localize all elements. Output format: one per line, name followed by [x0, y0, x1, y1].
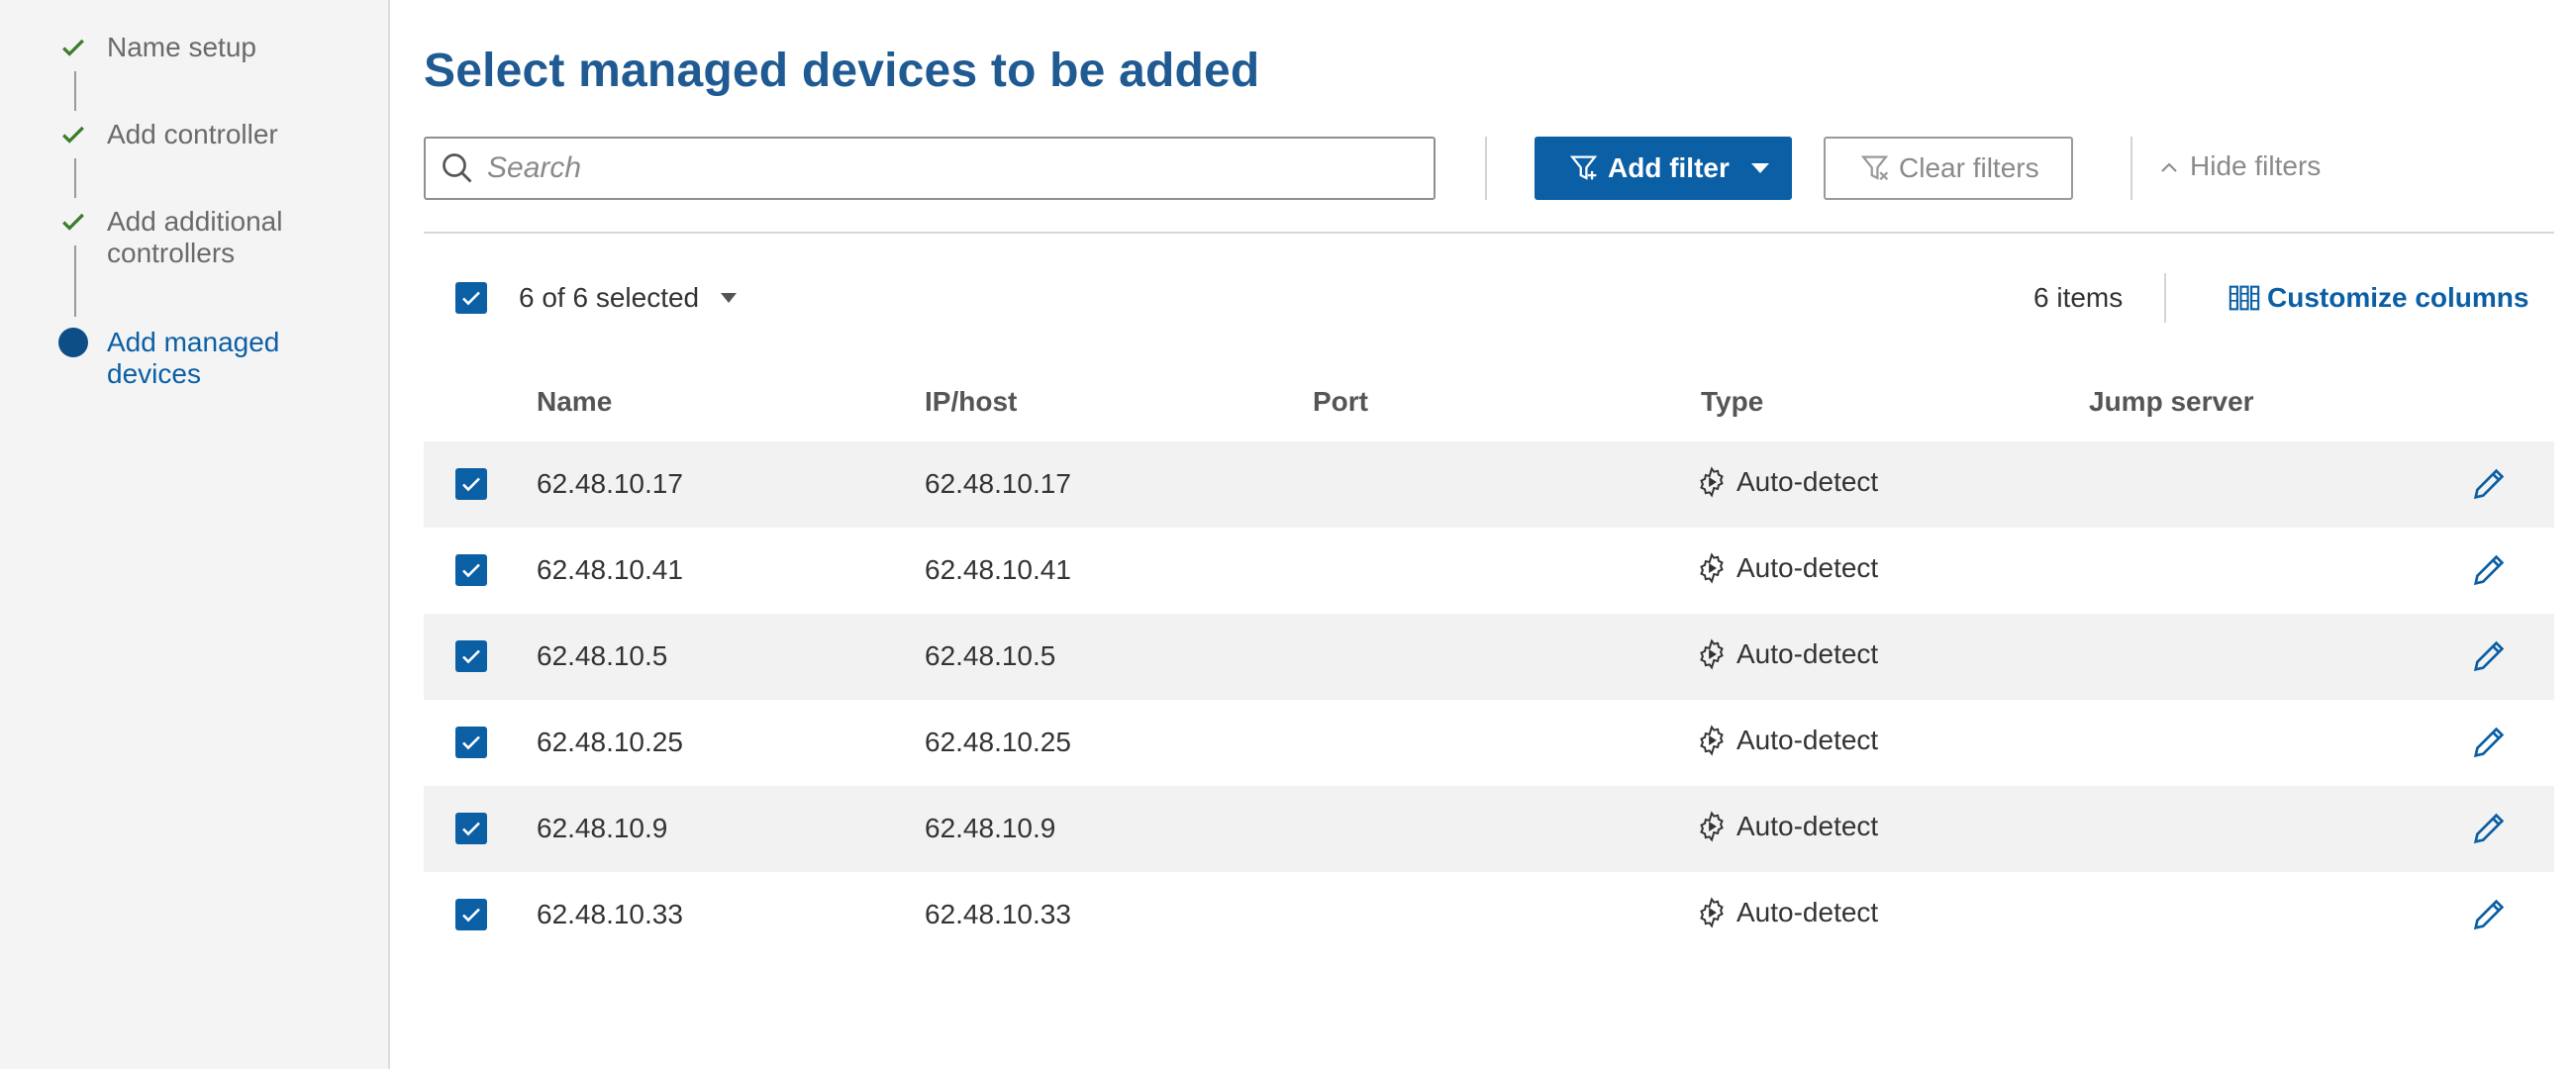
checkmark-icon	[57, 119, 89, 150]
cell-type: Auto-detect	[1695, 551, 1878, 585]
step-name-setup[interactable]: Name setup	[57, 32, 374, 63]
column-header-jump-server[interactable]: Jump server	[2089, 384, 2254, 420]
step-add-managed-devices[interactable]: Add managed devices	[57, 327, 374, 390]
type-label: Auto-detect	[1736, 638, 1879, 669]
step-connector	[74, 71, 76, 111]
row-checkbox[interactable]	[455, 468, 487, 500]
toolbar-divider	[1485, 137, 1487, 200]
table-row[interactable]: 62.48.10.41 62.48.10.41 Auto-detect	[424, 528, 2554, 614]
cell-name: 62.48.10.41	[537, 554, 683, 585]
cell-name: 62.48.10.25	[537, 727, 683, 757]
type-label: Auto-detect	[1736, 466, 1879, 497]
gear-play-icon	[1695, 810, 1729, 843]
cell-type: Auto-detect	[1695, 896, 1878, 929]
toolbar-divider-line	[424, 232, 2554, 234]
row-checkbox[interactable]	[455, 554, 487, 586]
step-label: Add additional	[107, 206, 283, 237]
table-row[interactable]: 62.48.10.17 62.48.10.17 Auto-detect	[424, 441, 2554, 528]
cell-type: Auto-detect	[1695, 724, 1878, 757]
cell-type: Auto-detect	[1695, 810, 1878, 843]
gear-play-icon	[1695, 896, 1729, 929]
wizard-sidebar: Name setup Add controller Add additional…	[0, 0, 390, 1069]
column-header-port[interactable]: Port	[1313, 384, 1368, 420]
main-content: Select managed devices to be added Add f…	[392, 0, 2576, 1069]
cell-ip-host: 62.48.10.33	[925, 899, 1071, 929]
clear-filters-button[interactable]: Clear filters	[1824, 137, 2073, 200]
cell-name: 62.48.10.5	[537, 640, 668, 671]
pencil-icon[interactable]	[2469, 464, 2509, 504]
type-label: Auto-detect	[1736, 552, 1879, 583]
table-row[interactable]: 62.48.10.9 62.48.10.9 Auto-detect	[424, 786, 2554, 872]
chevron-up-icon	[2160, 153, 2178, 179]
table-row[interactable]: 62.48.10.25 62.48.10.25 Auto-detect	[424, 700, 2554, 786]
cell-ip-host: 62.48.10.25	[925, 727, 1071, 757]
row-checkbox[interactable]	[455, 899, 487, 930]
step-add-controller[interactable]: Add controller	[57, 119, 374, 150]
type-label: Auto-detect	[1736, 725, 1879, 755]
gear-play-icon	[1695, 551, 1729, 585]
page-title: Select managed devices to be added	[424, 45, 1260, 97]
selection-menu-chevron-icon[interactable]	[721, 293, 738, 303]
table-row[interactable]: 62.48.10.5 62.48.10.5 Auto-detect	[424, 614, 2554, 700]
hide-filters-label: Hide filters	[2190, 150, 2322, 181]
selection-count: 6 of 6 selected	[519, 282, 700, 313]
type-label: Auto-detect	[1736, 897, 1879, 927]
pencil-icon[interactable]	[2469, 550, 2509, 590]
step-label: Name setup	[107, 32, 256, 62]
cell-type: Auto-detect	[1695, 465, 1878, 499]
clear-filters-label: Clear filters	[1899, 152, 2039, 183]
add-filter-button[interactable]: Add filter	[1535, 137, 1792, 200]
row-checkbox[interactable]	[455, 813, 487, 844]
table-row[interactable]: 62.48.10.33 62.48.10.33 Auto-detect	[424, 872, 2554, 958]
step-label: devices	[107, 358, 201, 389]
filter-clear-icon	[1859, 151, 1893, 185]
row-checkbox[interactable]	[455, 727, 487, 758]
step-add-additional-controllers[interactable]: Add additional controllers	[57, 206, 374, 269]
columns-icon	[2228, 281, 2261, 315]
selection-summary: 6 of 6 selected	[455, 280, 738, 316]
step-connector	[74, 158, 76, 198]
column-header-ip-host[interactable]: IP/host	[925, 384, 1017, 420]
step-label: Add controller	[107, 119, 278, 149]
customize-columns-button[interactable]: Customize columns	[2228, 280, 2528, 316]
add-filter-label: Add filter	[1608, 152, 1730, 183]
select-all-checkbox[interactable]	[455, 282, 487, 314]
gear-play-icon	[1695, 637, 1729, 671]
pencil-icon[interactable]	[2469, 895, 2509, 934]
chevron-down-icon	[1750, 163, 1769, 173]
current-step-indicator	[57, 327, 89, 358]
pencil-icon[interactable]	[2469, 809, 2509, 848]
cell-ip-host: 62.48.10.5	[925, 640, 1056, 671]
pencil-icon[interactable]	[2469, 636, 2509, 676]
cell-name: 62.48.10.33	[537, 899, 683, 929]
cell-type: Auto-detect	[1695, 637, 1878, 671]
checkmark-icon	[57, 32, 89, 63]
pencil-icon[interactable]	[2469, 723, 2509, 762]
type-label: Auto-detect	[1736, 811, 1879, 841]
checkmark-icon	[57, 206, 89, 238]
customize-columns-label: Customize columns	[2267, 282, 2529, 313]
header-divider	[2164, 273, 2166, 323]
column-header-name[interactable]: Name	[537, 384, 612, 420]
items-count: 6 items	[2033, 282, 2124, 313]
step-label: controllers	[107, 238, 236, 268]
column-header-type[interactable]: Type	[1701, 384, 1763, 420]
gear-play-icon	[1695, 465, 1729, 499]
hide-filters-link[interactable]: Hide filters	[2160, 148, 2321, 184]
cell-ip-host: 62.48.10.17	[925, 468, 1071, 499]
cell-ip-host: 62.48.10.41	[925, 554, 1071, 585]
cell-name: 62.48.10.17	[537, 468, 683, 499]
search-box[interactable]	[424, 137, 1436, 200]
search-input[interactable]	[487, 151, 1378, 185]
step-label: Add managed	[107, 327, 280, 357]
toolbar-divider	[2130, 137, 2132, 200]
cell-ip-host: 62.48.10.9	[925, 813, 1056, 843]
cell-name: 62.48.10.9	[537, 813, 668, 843]
row-checkbox[interactable]	[455, 640, 487, 672]
filter-add-icon	[1568, 151, 1602, 185]
search-icon	[438, 148, 477, 188]
gear-play-icon	[1695, 724, 1729, 757]
